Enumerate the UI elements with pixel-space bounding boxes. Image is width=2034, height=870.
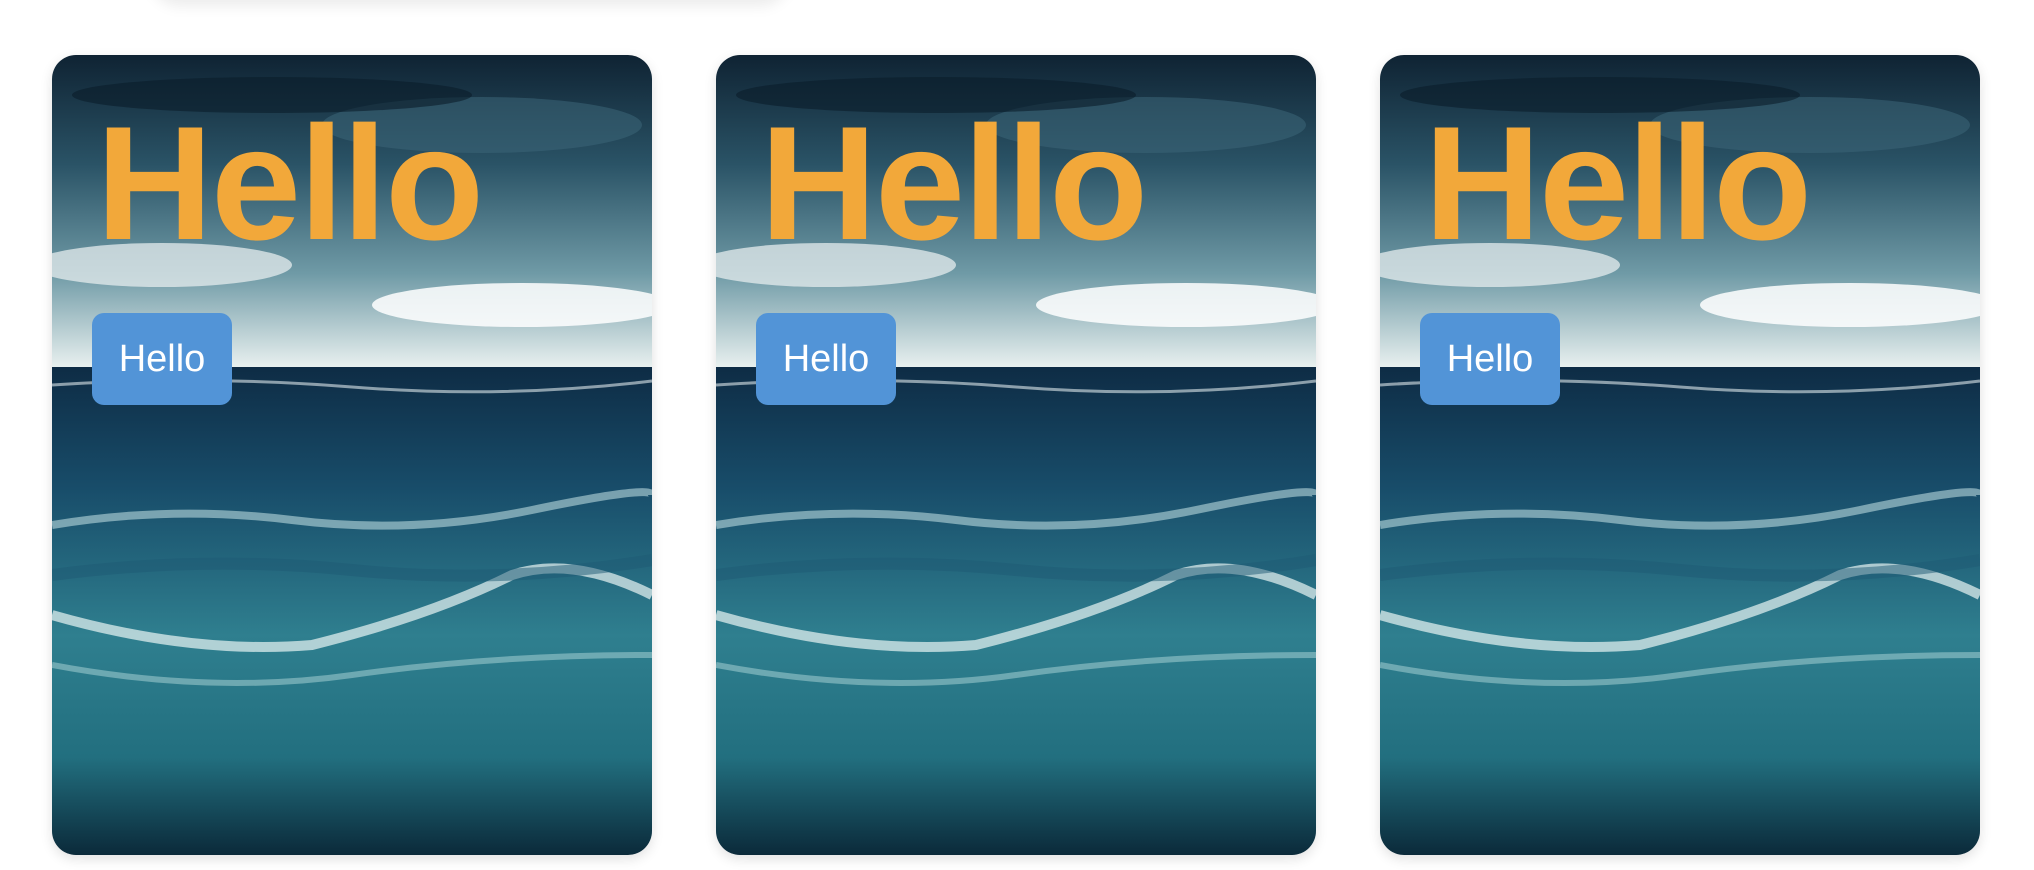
- hello-button[interactable]: Hello: [1420, 313, 1560, 405]
- card-title: Hello: [760, 93, 1148, 274]
- hello-button[interactable]: Hello: [92, 313, 232, 405]
- page: Hello Hello Hello Hello Hello Hello: [0, 0, 2034, 870]
- card-title: Hello: [96, 93, 484, 274]
- card-grid: Hello Hello Hello Hello Hello Hello: [52, 55, 1980, 855]
- ocean-card: Hello Hello: [716, 55, 1316, 855]
- ocean-card: Hello Hello: [1380, 55, 1980, 855]
- card-title: Hello: [1424, 93, 1812, 274]
- hello-button[interactable]: Hello: [756, 313, 896, 405]
- ocean-card: Hello Hello: [52, 55, 652, 855]
